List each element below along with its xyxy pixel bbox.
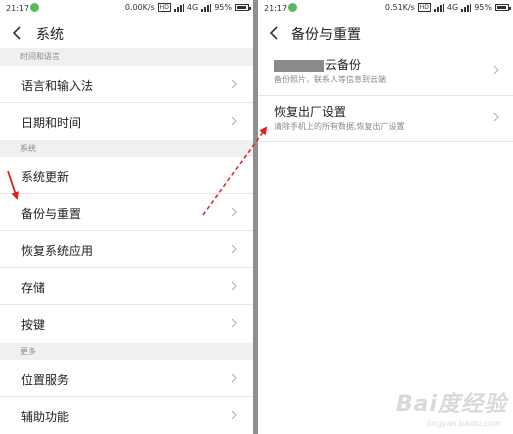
battery-icon	[495, 4, 511, 11]
section-header: 系统	[0, 140, 253, 157]
signal-icon	[433, 3, 444, 12]
network-type: 4G	[186, 3, 199, 12]
item-description: 备份照片，联系人等信息到云端	[274, 75, 386, 84]
app-notification-icon	[30, 3, 39, 12]
battery-percent: 95%	[474, 3, 492, 12]
item-label: 备份与重置	[21, 207, 82, 221]
item-label: 云备份	[325, 58, 362, 72]
settings-item-system-update[interactable]: 系统更新	[0, 157, 253, 194]
item-label: 系统更新	[21, 170, 70, 184]
section-header: 时间和语言	[0, 48, 253, 66]
item-label: 恢复出厂设置	[274, 105, 347, 119]
back-icon[interactable]	[11, 25, 25, 41]
page-title: 系统	[36, 27, 64, 43]
chevron-right-icon	[231, 244, 237, 254]
settings-item-date-time[interactable]: 日期和时间	[0, 103, 253, 140]
item-label: 存储	[21, 281, 46, 295]
status-bar: 21:17 0.51K/s HD 4G 95%	[258, 0, 513, 18]
redacted-brand	[274, 59, 324, 72]
settings-item-backup-reset[interactable]: 备份与重置	[0, 194, 253, 231]
settings-item-restore-apps[interactable]: 恢复系统应用	[0, 231, 253, 268]
battery-percent: 95%	[214, 3, 232, 12]
network-speed: 0.00K/s	[124, 3, 155, 12]
chevron-right-icon	[231, 116, 237, 126]
item-description: 清除手机上的所有数据,恢复出厂设置	[274, 122, 405, 131]
settings-item-accessibility[interactable]: 辅助功能	[0, 397, 253, 434]
network-type: 4G	[446, 3, 459, 12]
chevron-right-icon	[493, 65, 499, 75]
backup-reset-screen: 21:17 0.51K/s HD 4G 95% 备份与重置 云备份 备份照片，联…	[258, 0, 513, 434]
hd-icon: HD	[417, 3, 431, 12]
item-label: 按键	[21, 318, 46, 332]
signal-icon	[173, 3, 184, 12]
status-time: 21:17	[6, 4, 30, 13]
title-bar: 备份与重置	[258, 18, 513, 48]
chevron-right-icon	[231, 373, 237, 383]
chevron-right-icon	[231, 79, 237, 89]
hd-icon: HD	[157, 3, 171, 12]
chevron-right-icon	[231, 318, 237, 328]
settings-item-location[interactable]: 位置服务	[0, 360, 253, 397]
battery-icon	[235, 4, 251, 11]
watermark-logo: Bai度经验	[395, 392, 507, 417]
item-label: 日期和时间	[21, 116, 82, 130]
signal-icon	[201, 3, 212, 12]
chevron-right-icon	[231, 410, 237, 420]
item-label: 位置服务	[21, 373, 70, 387]
back-icon[interactable]	[268, 25, 282, 41]
settings-item-storage[interactable]: 存储	[0, 268, 253, 305]
settings-item-language-input[interactable]: 语言和输入法	[0, 66, 253, 103]
network-speed: 0.51K/s	[384, 3, 415, 12]
item-label: 辅助功能	[21, 410, 70, 424]
page-title: 备份与重置	[291, 27, 361, 43]
chevron-right-icon	[231, 281, 237, 291]
app-notification-icon	[288, 3, 297, 12]
status-bar: 21:17 0.00K/s HD 4G 95%	[0, 0, 253, 18]
settings-item-factory-reset[interactable]: 恢复出厂设置 清除手机上的所有数据,恢复出厂设置	[258, 100, 513, 142]
title-bar: 系统	[0, 18, 253, 48]
signal-icon	[461, 3, 472, 12]
chevron-right-icon	[493, 112, 499, 122]
settings-item-cloud-backup[interactable]: 云备份 备份照片，联系人等信息到云端	[258, 54, 513, 96]
status-time: 21:17	[264, 4, 288, 13]
section-header: 更多	[0, 343, 253, 360]
chevron-right-icon	[231, 207, 237, 217]
watermark-url: jingyan.baidu.com	[427, 419, 501, 428]
item-label: 语言和输入法	[21, 79, 94, 93]
settings-system-screen: 21:17 0.00K/s HD 4G 95% 系统 时间和语言 语言和输入法 …	[0, 0, 253, 434]
settings-item-keys[interactable]: 按键	[0, 305, 253, 342]
item-label: 恢复系统应用	[21, 244, 94, 258]
